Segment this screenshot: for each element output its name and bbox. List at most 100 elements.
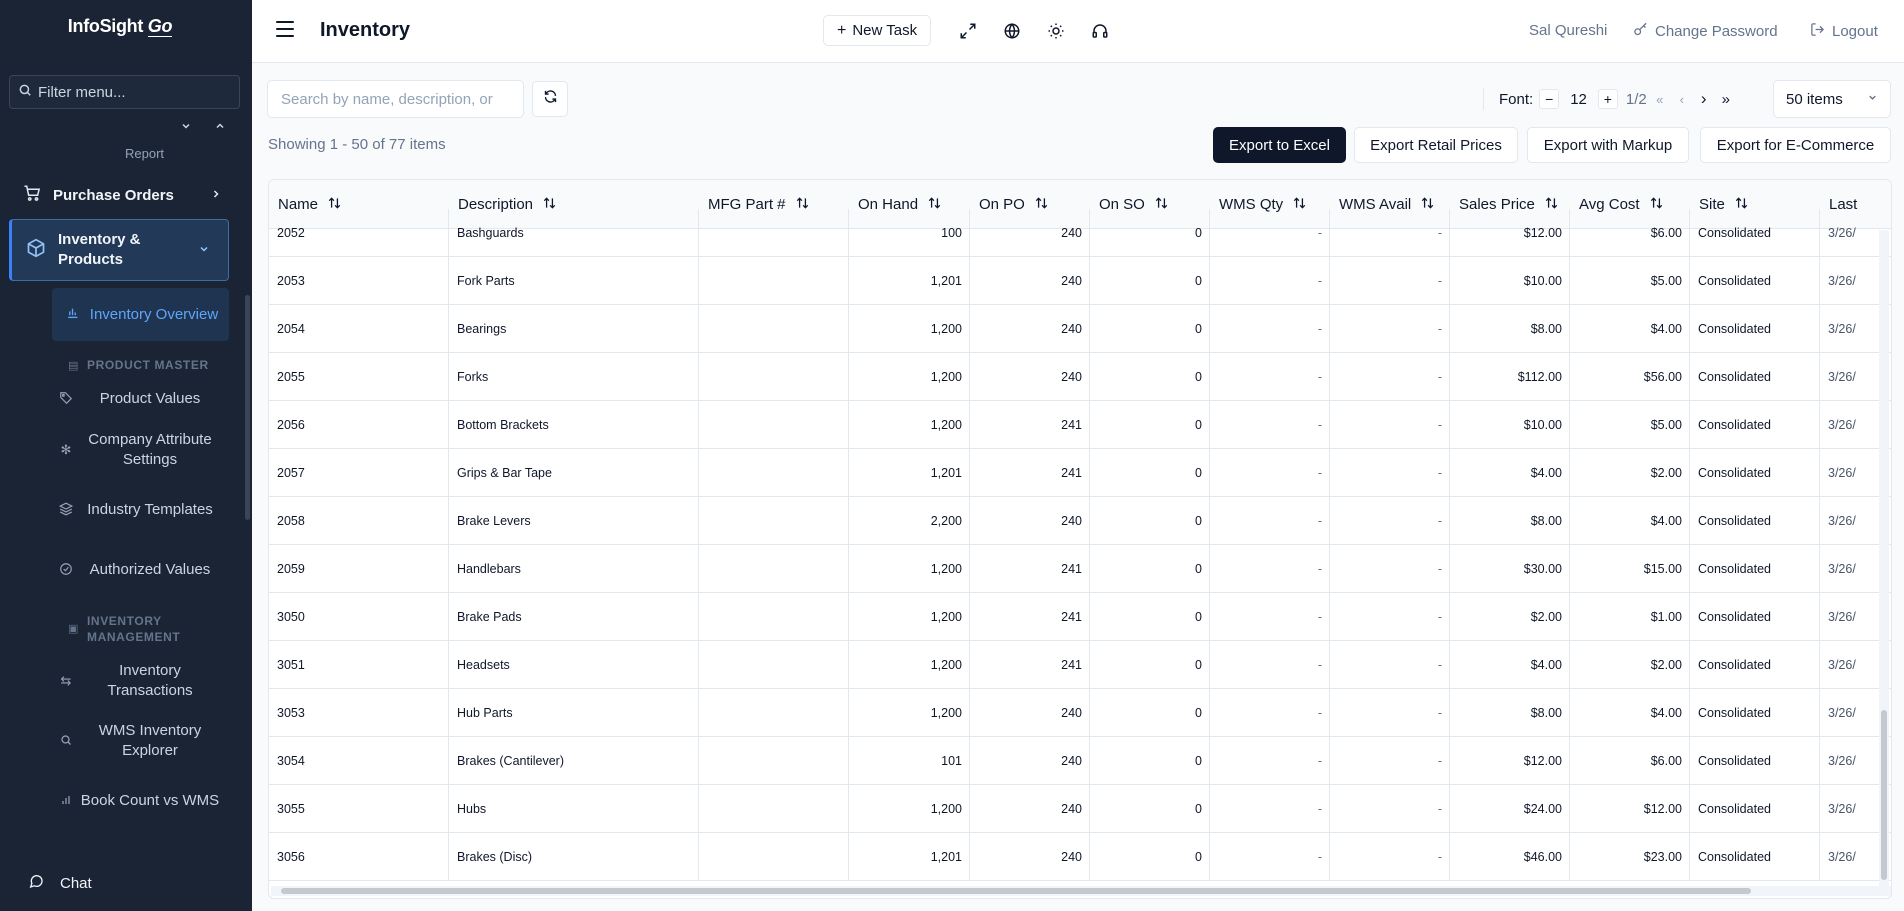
sidebar-item-inventory-transactions[interactable]: ⇆ Inventory Transactions (52, 659, 229, 703)
table-row[interactable]: 3051 Headsets 1,200 241 0- - $4.00 $2.00 Consoli… (269, 641, 1891, 689)
cell-site: Consolidated (1690, 497, 1820, 544)
export-markup-button[interactable]: Export with Markup (1527, 127, 1689, 163)
cell-description: Bashguards (449, 209, 699, 256)
globe-icon[interactable] (1000, 19, 1024, 43)
menu-icon[interactable] (276, 21, 294, 37)
expand-collapse-controls (180, 120, 226, 135)
sidebar-item-purchase-orders[interactable]: Purchase Orders (9, 180, 240, 210)
cell-on-po: 240 (970, 689, 1090, 736)
refresh-icon (543, 89, 558, 109)
cell-wms-avail: - (1330, 737, 1450, 784)
sidebar-item-company-attribute-settings[interactable]: ✻ Company Attribute Settings (52, 428, 229, 472)
table-horizontal-scrollbar[interactable] (271, 886, 1891, 896)
table-row[interactable]: 3050 Brake Pads 1,200 241 0- - $2.00 $1.00 Conso… (269, 593, 1891, 641)
cell-sales-price: $4.00 (1450, 641, 1570, 688)
table-vertical-scrollbar[interactable] (1879, 230, 1889, 886)
cell-wms-avail: - (1330, 401, 1450, 448)
cell-sales-price: $46.00 (1450, 833, 1570, 880)
cell-on-po: 240 (970, 785, 1090, 832)
cell-on-po: 240 (970, 737, 1090, 784)
table-row[interactable]: 2052 Bashguards 100 240 0- - $12.00 $6.00 Consol… (269, 209, 1891, 257)
first-page-icon[interactable]: « (1649, 88, 1671, 110)
table-row[interactable]: 2056 Bottom Brackets 1,200 241 0- - $10.00 $5.0… (269, 401, 1891, 449)
table-row[interactable]: 2053 Fork Parts 1,201 240 0- - $10.00 $5.00 Cons… (269, 257, 1891, 305)
last-page-icon[interactable]: » (1715, 88, 1737, 110)
cell-mfg-part (699, 785, 849, 832)
table-row[interactable]: 3056 Brakes (Disc) 1,201 240 0- - $46.00 $23.00… (269, 833, 1891, 881)
sidebar-item-wms-inventory-explorer[interactable]: WMS Inventory Explorer (52, 719, 229, 763)
cell-avg-cost: $4.00 (1570, 689, 1690, 736)
cell-avg-cost: $2.00 (1570, 449, 1690, 496)
cell-on-hand: 1,200 (849, 305, 970, 352)
cell-description: Bottom Brackets (449, 401, 699, 448)
sidebar-item-authorized-values[interactable]: Authorized Values (52, 548, 229, 592)
chat-button[interactable]: Chat (0, 855, 252, 911)
sidebar-item-label: WMS Inventory Explorer (98, 722, 202, 759)
sidebar-scrollbar[interactable] (245, 295, 250, 520)
cell-wms-qty: - (1210, 449, 1330, 496)
cell-description: Forks (449, 353, 699, 400)
cell-site: Consolidated (1690, 353, 1820, 400)
sidebar-item-book-count-vs-wms[interactable]: Book Count vs WMS (52, 779, 229, 823)
cell-avg-cost: $6.00 (1570, 737, 1690, 784)
cell-wms-qty: - (1210, 305, 1330, 352)
export-retail-prices-button[interactable]: Export Retail Prices (1354, 127, 1518, 163)
font-decrease-button[interactable]: − (1539, 89, 1560, 109)
cell-wms-avail: - (1330, 545, 1450, 592)
cart-icon (23, 184, 41, 206)
chat-label: Chat (60, 874, 92, 892)
export-ecommerce-button[interactable]: Export for E-Commerce (1700, 127, 1891, 163)
next-page-icon[interactable]: › (1693, 88, 1715, 110)
fullscreen-icon[interactable] (956, 19, 980, 43)
cell-name: 2052 (269, 209, 449, 256)
search-input[interactable] (281, 90, 511, 108)
cell-on-so: 0 (1090, 641, 1210, 688)
new-task-button[interactable]: + New Task (823, 15, 932, 46)
cell-on-so: 0 (1090, 545, 1210, 592)
cell-sales-price: $24.00 (1450, 785, 1570, 832)
sidebar-item-industry-templates[interactable]: Industry Templates (52, 488, 229, 532)
cell-on-po: 241 (970, 641, 1090, 688)
font-size-control: Font: − 12 + 1/2 « ‹ › » (1483, 86, 1737, 112)
sidebar-item-product-values[interactable]: Product Values (52, 388, 229, 410)
cell-avg-cost: $12.00 (1570, 785, 1690, 832)
refresh-button[interactable] (532, 81, 568, 117)
font-increase-button[interactable]: + (1597, 89, 1618, 109)
top-header: Inventory + New Task Sal Qureshi Change … (252, 0, 1904, 63)
sun-icon[interactable] (1044, 19, 1068, 43)
table-row[interactable]: 2054 Bearings 1,200 240 0- - $8.00 $4.00 Consoli… (269, 305, 1891, 353)
cell-description: Headsets (449, 641, 699, 688)
cell-wms-avail: - (1330, 689, 1450, 736)
prev-page-icon[interactable]: ‹ (1671, 88, 1693, 110)
chevron-down-icon (1867, 92, 1878, 106)
items-per-page-select[interactable]: 50 items (1773, 80, 1891, 118)
headset-icon[interactable] (1088, 19, 1112, 43)
sidebar-item-inventory-products[interactable]: Inventory & Products (9, 219, 229, 281)
table-row[interactable]: 2059 Handlebars 1,200 241 0- - $30.00 $15.00 Con… (269, 545, 1891, 593)
chevron-down-icon[interactable] (180, 120, 192, 135)
cell-site: Consolidated (1690, 737, 1820, 784)
cell-site: Consolidated (1690, 833, 1820, 880)
sidebar-item-inventory-overview[interactable]: Inventory Overview (52, 288, 229, 341)
table-row[interactable]: 3055 Hubs 1,200 240 0- - $24.00 $12.00 Consolida… (269, 785, 1891, 833)
filter-menu-input[interactable] (38, 83, 228, 101)
cell-wms-avail: - (1330, 353, 1450, 400)
table-row[interactable]: 2055 Forks 1,200 240 0- - $112.00 $56.00 Consoli… (269, 353, 1891, 401)
table-row[interactable]: 3053 Hub Parts 1,200 240 0- - $8.00 $4.00 Consol… (269, 689, 1891, 737)
sidebar-item-report-clipped[interactable]: Report (125, 146, 164, 161)
table-row[interactable]: 2058 Brake Levers 2,200 240 0- - $8.00 $4.00 Con… (269, 497, 1891, 545)
logout-link[interactable]: Logout (1810, 22, 1878, 41)
cell-on-hand: 1,201 (849, 257, 970, 304)
table-row[interactable]: 3054 Brakes (Cantilever) 101 240 0- - $12.00 $6… (269, 737, 1891, 785)
export-excel-button[interactable]: Export to Excel (1213, 127, 1346, 163)
user-name: Sal Qureshi (1529, 22, 1608, 39)
logout-icon (1810, 22, 1825, 41)
table-row[interactable]: 2057 Grips & Bar Tape 1,201 241 0- - $4.00 $2.0… (269, 449, 1891, 497)
chevron-down-icon (198, 242, 210, 259)
chevron-up-icon[interactable] (214, 120, 226, 135)
cell-wms-avail: - (1330, 449, 1450, 496)
cell-sales-price: $112.00 (1450, 353, 1570, 400)
change-password-link[interactable]: Change Password (1633, 22, 1778, 41)
cell-on-so: 0 (1090, 353, 1210, 400)
app-logo[interactable]: InfoSight Go (0, 16, 240, 37)
